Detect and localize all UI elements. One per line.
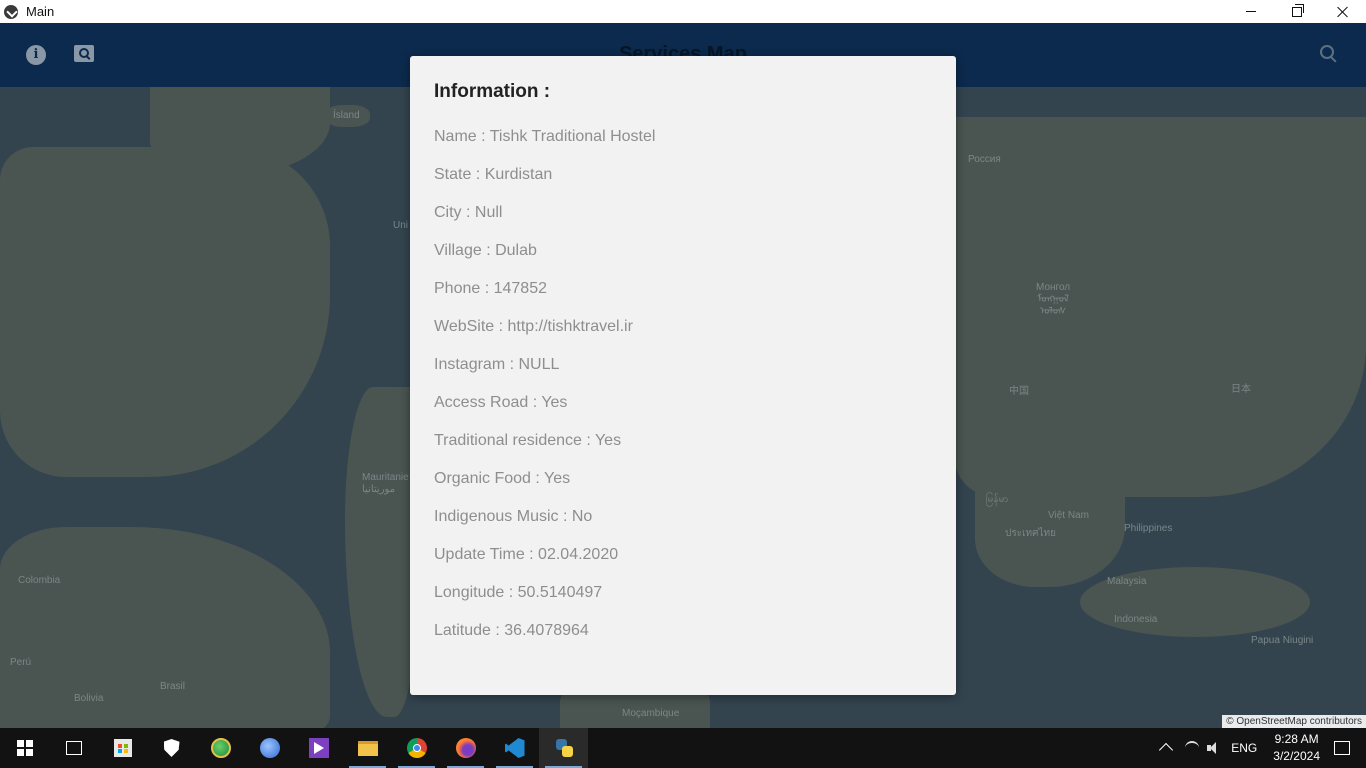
north-america-land	[0, 147, 330, 477]
eurasia-land	[955, 117, 1366, 497]
info-indigenous-music: Indigenous Music : No	[434, 508, 593, 525]
search-icon[interactable]	[1320, 45, 1338, 63]
info-city: City : Null	[434, 204, 503, 221]
map-label-colombia: Colombia	[18, 575, 61, 586]
close-icon	[1337, 6, 1349, 18]
search-box-icon[interactable]	[74, 45, 94, 62]
map-label-bolivia: Bolivia	[74, 693, 104, 704]
map-label-brasil: Brasil	[160, 681, 186, 692]
taskbar-vscode[interactable]	[490, 728, 539, 768]
map-label-myanmar: မြန်မာ	[986, 494, 1009, 505]
clock[interactable]: 9:28 AM 3/2/2024	[1273, 731, 1320, 765]
info-latitude: Latitude : 36.4078964	[434, 622, 589, 639]
info-state: State : Kurdistan	[434, 166, 553, 183]
info-list: Name : Tishk Traditional Hostel State : …	[434, 128, 655, 660]
map-label-papua: Papua Niugini	[1251, 635, 1314, 646]
network-globe-icon	[259, 738, 280, 758]
map-label-vietnam: Việt Nam	[1048, 510, 1089, 521]
app-logo-icon	[4, 4, 18, 19]
info-website: WebSite : http://tishktravel.ir	[434, 318, 633, 335]
store-icon	[113, 739, 132, 757]
taskbar: ENG 9:28 AM 3/2/2024	[0, 728, 1366, 768]
taskbar-app-globe[interactable]	[196, 728, 245, 768]
volume-icon[interactable]	[1207, 742, 1221, 754]
taskbar-security[interactable]	[147, 728, 196, 768]
map-label-mozambique: Moçambique	[622, 708, 680, 719]
map-label-malaysia: Malaysia	[1107, 576, 1147, 587]
map-label-thailand: ประเทศไทย	[1005, 528, 1056, 539]
task-view-button[interactable]	[49, 728, 98, 768]
info-update-time: Update Time : 02.04.2020	[434, 546, 619, 563]
info-icon[interactable]: i	[26, 45, 46, 65]
minimize-button[interactable]	[1228, 0, 1274, 23]
map-label-mauritania: Mauritanie موريتانيا	[362, 472, 409, 495]
network-icon[interactable]	[1185, 741, 1200, 755]
shield-icon	[163, 739, 180, 757]
info-traditional-residence: Traditional residence : Yes	[434, 432, 622, 449]
information-dialog: Information : Name : Tishk Traditional H…	[410, 56, 956, 695]
taskbar-store[interactable]	[98, 728, 147, 768]
dialog-title: Information :	[434, 81, 551, 102]
info-instagram: Instagram : NULL	[434, 356, 560, 373]
info-phone: Phone : 147852	[434, 280, 547, 297]
windows-logo-icon	[16, 740, 33, 756]
restore-button[interactable]	[1274, 0, 1320, 23]
window-title: Main	[26, 4, 55, 19]
window-controls	[1228, 0, 1366, 23]
chrome-icon	[406, 738, 427, 758]
map-attribution[interactable]: © OpenStreetMap contributors	[1222, 715, 1366, 728]
map-label-philippines: Philippines	[1124, 523, 1173, 534]
folder-icon	[357, 740, 378, 756]
firefox-icon	[455, 738, 476, 758]
start-button[interactable]	[0, 728, 49, 768]
map-label-uni: Uni	[393, 220, 409, 231]
taskbar-chrome[interactable]	[392, 728, 441, 768]
vscode-icon	[504, 738, 525, 758]
clock-time: 9:28 AM	[1274, 732, 1319, 746]
map-label-indonesia: Indonesia	[1114, 614, 1158, 625]
info-name: Name : Tishk Traditional Hostel	[434, 128, 656, 145]
map-label-mongolia: Монгол ᠮᠣᠩᠭᠣᠯ ᠤᠯᠤᠰ	[1036, 282, 1071, 317]
map-label-china: 中国	[1009, 386, 1029, 397]
taskbar-python[interactable]	[539, 728, 588, 768]
visual-studio-icon	[308, 738, 329, 758]
clock-date: 3/2/2024	[1273, 749, 1320, 763]
taskbar-firefox[interactable]	[441, 728, 490, 768]
language-indicator[interactable]: ENG	[1231, 741, 1257, 755]
taskbar-visual-studio[interactable]	[294, 728, 343, 768]
south-america-land	[0, 527, 330, 728]
python-icon	[554, 738, 574, 758]
taskbar-file-explorer[interactable]	[343, 728, 392, 768]
map-label-island: Ísland	[333, 110, 360, 121]
minimize-icon	[1246, 11, 1256, 12]
info-access-road: Access Road : Yes	[434, 394, 568, 411]
task-view-icon	[65, 741, 82, 755]
info-longitude: Longitude : 50.5140497	[434, 584, 603, 601]
globe-app-icon	[210, 738, 231, 758]
window-title-bar: Main	[0, 0, 1366, 23]
africa-land	[345, 387, 415, 717]
system-tray: ENG 9:28 AM 3/2/2024	[1153, 728, 1366, 768]
taskbar-app-network[interactable]	[245, 728, 294, 768]
close-button[interactable]	[1320, 0, 1366, 23]
restore-icon	[1292, 3, 1304, 17]
map-label-japan: 日本	[1231, 384, 1251, 395]
info-organic-food: Organic Food : Yes	[434, 470, 571, 487]
map-label-russia: Россия	[968, 154, 1001, 165]
chevron-up-icon[interactable]	[1159, 742, 1174, 758]
notification-icon[interactable]	[1334, 741, 1350, 755]
info-village: Village : Dulab	[434, 242, 537, 259]
map-label-peru: Perú	[10, 657, 32, 668]
